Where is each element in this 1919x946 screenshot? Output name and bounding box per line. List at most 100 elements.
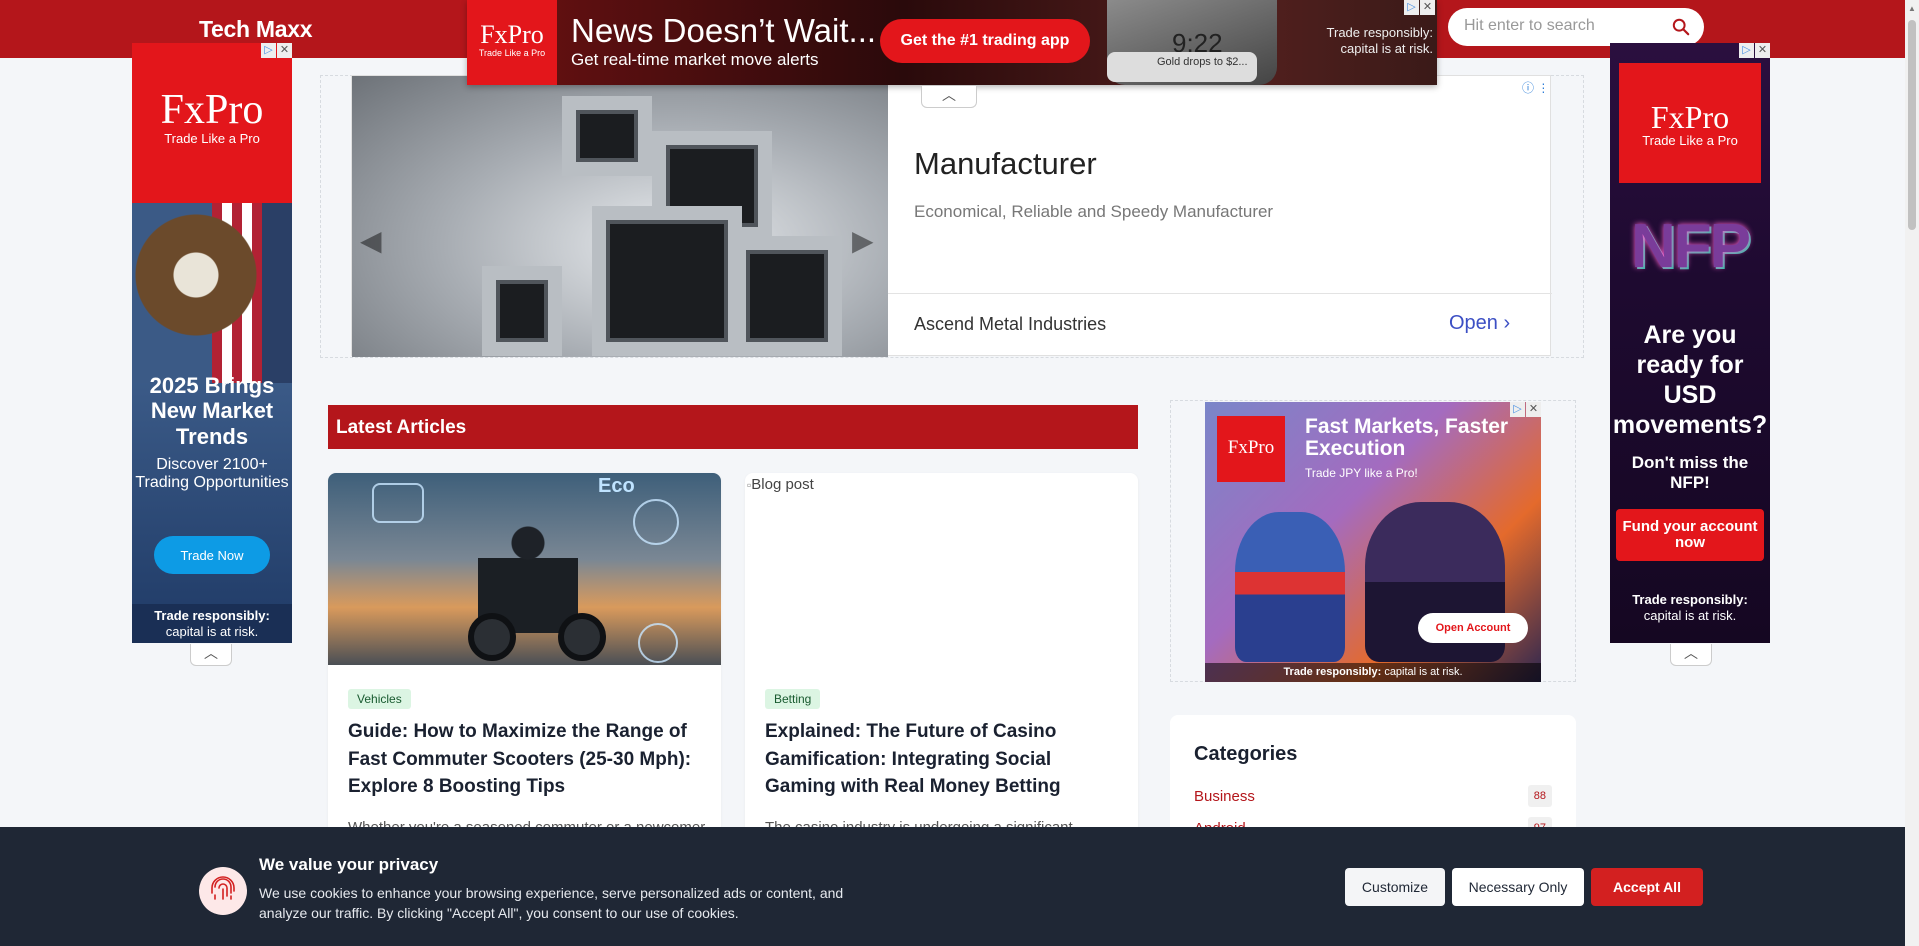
- native-ad[interactable]: ◀ ▶ ⓘ ⋮ Manufacturer Economical, Reliabl…: [351, 75, 1552, 357]
- article-image[interactable]: Eco: [328, 473, 721, 665]
- ad-risk-warning: Trade responsibly: capital is at risk.: [1205, 663, 1541, 682]
- fxpro-tagline: Trade Like a Pro: [1642, 133, 1738, 148]
- categories-title: Categories: [1194, 743, 1298, 765]
- latest-articles-header: Latest Articles: [328, 405, 1138, 449]
- ad-title: Are you ready for USD movements?: [1612, 321, 1768, 439]
- phone-notification: Gold drops to $2...: [1107, 52, 1257, 82]
- right-skyscraper-ad[interactable]: FxPro Trade Like a Pro NFP Are you ready…: [1610, 43, 1770, 643]
- customize-button[interactable]: Customize: [1345, 868, 1445, 906]
- article-title[interactable]: Explained: The Future of Casino Gamifica…: [765, 718, 1125, 801]
- hero-figure-shape: [1235, 512, 1345, 662]
- open-label: Open: [1449, 312, 1498, 334]
- ad-headline: News Doesn’t Wait...: [571, 12, 877, 49]
- chevron-left-icon[interactable]: ◀: [360, 224, 382, 257]
- fxpro-logo: FxPro Trade Like a Pro: [132, 43, 292, 203]
- adchoices-icon[interactable]: ▷: [261, 43, 276, 58]
- fxpro-tagline: Trade Like a Pro: [478, 48, 546, 58]
- ad-subline: Trade JPY like a Pro!: [1305, 466, 1418, 480]
- cookie-consent-banner: We value your privacy We use cookies to …: [0, 827, 1905, 946]
- chevron-right-icon[interactable]: ▶: [852, 224, 874, 257]
- ad-subtitle: Don't miss the NFP!: [1631, 453, 1749, 493]
- chevron-right-icon: ›: [1503, 312, 1511, 334]
- native-ad-image[interactable]: ◀ ▶: [352, 76, 888, 357]
- close-icon[interactable]: ✕: [1755, 43, 1770, 58]
- metal-tube-shape: [562, 96, 652, 176]
- fxpro-logo: FxPro Trade Like a Pro: [467, 0, 557, 85]
- category-tag[interactable]: Vehicles: [348, 689, 411, 709]
- metal-tube-shape: [732, 236, 842, 356]
- fxpro-logo: FxPro: [1217, 416, 1285, 482]
- article-card[interactable]: ▫Blog post Betting Explained: The Future…: [745, 473, 1138, 873]
- search-box: [1448, 8, 1704, 46]
- article-card[interactable]: Eco Vehicles Guide: How to Maximize the …: [328, 473, 721, 873]
- adchoices-icon[interactable]: ▷: [1404, 0, 1419, 15]
- ad-subline: Get real-time market move alerts: [571, 50, 819, 69]
- native-ad-description: Economical, Reliable and Speedy Manufact…: [914, 202, 1274, 221]
- category-count: 88: [1527, 785, 1552, 807]
- close-icon[interactable]: ✕: [277, 43, 292, 58]
- chevron-up-icon[interactable]: ︿: [921, 86, 977, 108]
- battery-icon: [372, 483, 424, 523]
- fingerprint-icon: [199, 867, 247, 915]
- nfp-art: NFP: [1631, 212, 1751, 281]
- risk-text: capital is at risk.: [165, 623, 259, 639]
- article-title[interactable]: Guide: How to Maximize the Range of Fast…: [348, 718, 708, 801]
- fxpro-brand: FxPro: [480, 20, 544, 49]
- ad-headline: Fast Markets, Faster Execution: [1305, 415, 1509, 461]
- chevron-up-icon[interactable]: ︿: [1670, 644, 1712, 666]
- eco-label: Eco: [598, 475, 635, 497]
- ad-title: 2025 Brings New Market Trends: [149, 373, 275, 449]
- risk-text: capital is at risk.: [1384, 666, 1463, 678]
- category-item[interactable]: Business 88: [1194, 785, 1552, 809]
- left-skyscraper-ad[interactable]: FxPro Trade Like a Pro 2025 Brings New M…: [132, 43, 292, 643]
- adchoices-icon[interactable]: ▷: [1739, 43, 1754, 58]
- fxpro-brand: FxPro: [1650, 99, 1730, 135]
- category-tag[interactable]: Betting: [765, 689, 821, 709]
- sidebar-ad[interactable]: FxPro Fast Markets, Faster Execution Tra…: [1205, 402, 1541, 682]
- adchoices-icon[interactable]: ▷: [1510, 402, 1525, 417]
- scroll-up-arrow-icon[interactable]: ▲: [1908, 4, 1916, 13]
- ad-risk-warning: Trade responsibly: capital is at risk.: [1326, 25, 1433, 57]
- eagle-flag-image: [132, 203, 292, 383]
- risk-text: capital is at risk.: [1643, 607, 1737, 623]
- site-logo[interactable]: Tech Maxx: [199, 16, 313, 43]
- fxpro-brand: FxPro: [1227, 437, 1275, 458]
- metal-tube-shape: [592, 206, 742, 356]
- search-input[interactable]: [1464, 17, 1664, 35]
- close-icon[interactable]: ✕: [1526, 402, 1541, 417]
- chevron-up-icon[interactable]: ︿: [190, 644, 232, 666]
- necessary-only-button[interactable]: Necessary Only: [1452, 868, 1584, 906]
- page-scrollbar[interactable]: ▲: [1905, 0, 1919, 946]
- search-icon[interactable]: [1672, 18, 1690, 36]
- risk-bold: Trade responsibly:: [154, 608, 270, 623]
- gauge-icon: [633, 499, 679, 545]
- native-ad-title[interactable]: Manufacturer: [914, 146, 1097, 182]
- adchoices-icon[interactable]: ⓘ ⋮: [1522, 79, 1549, 96]
- divider: [888, 293, 1552, 294]
- article-image[interactable]: ▫Blog post: [745, 473, 1138, 665]
- close-icon[interactable]: ✕: [1420, 0, 1435, 15]
- open-account-button[interactable]: Open Account: [1418, 613, 1528, 643]
- fxpro-brand: FxPro: [160, 87, 264, 133]
- cookie-title: We value your privacy: [259, 855, 439, 874]
- metal-tube-shape: [482, 266, 562, 356]
- native-ad-brand[interactable]: Ascend Metal Industries: [914, 314, 1106, 335]
- image-alt-text: Blog post: [751, 476, 814, 493]
- risk-bold: Trade responsibly:: [1283, 666, 1382, 678]
- scroll-thumb[interactable]: [1908, 20, 1916, 230]
- trade-now-button[interactable]: Trade Now: [154, 536, 270, 574]
- ad-subtitle: Discover 2100+ Trading Opportunities: [135, 456, 289, 492]
- refresh-icon: [638, 623, 678, 663]
- top-banner-ad[interactable]: FxPro Trade Like a Pro News Doesn’t Wait…: [467, 0, 1437, 85]
- category-name[interactable]: Business: [1194, 788, 1255, 805]
- fund-account-button[interactable]: Fund your account now: [1616, 509, 1764, 561]
- risk-bold: Trade responsibly:: [1632, 592, 1748, 607]
- fxpro-tagline: Trade Like a Pro: [164, 131, 260, 146]
- ad-risk-warning: Trade responsibly: capital is at risk.: [1610, 592, 1770, 623]
- accept-all-button[interactable]: Accept All: [1591, 868, 1703, 906]
- cookie-description: We use cookies to enhance your browsing …: [259, 885, 844, 921]
- native-ad-open-button[interactable]: Open ›: [1449, 312, 1510, 335]
- fxpro-logo: FxPro Trade Like a Pro: [1619, 63, 1761, 183]
- wheel-shape: [558, 613, 606, 661]
- ad-cta-button[interactable]: Get the #1 trading app: [880, 19, 1090, 63]
